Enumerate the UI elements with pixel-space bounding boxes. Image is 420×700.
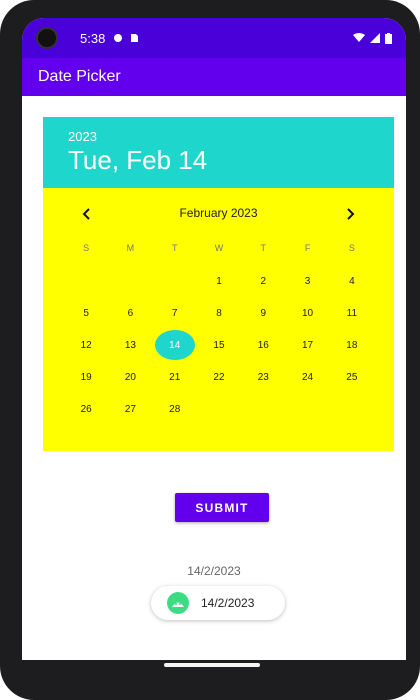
toast-message: 14/2/2023: [151, 586, 285, 620]
day-cell[interactable]: 16: [241, 329, 285, 361]
day-number: 22: [213, 371, 225, 383]
signal-icon: [370, 33, 380, 43]
day-number: 2: [260, 275, 267, 287]
android-icon: [167, 592, 189, 614]
battery-icon: [385, 32, 392, 44]
weekday-header-row: SMTWTFS: [64, 243, 374, 257]
day-cell[interactable]: 19: [64, 361, 108, 393]
day-cell[interactable]: 20: [108, 361, 152, 393]
day-cell[interactable]: 25: [330, 361, 374, 393]
day-number: 7: [171, 307, 178, 319]
day-cell[interactable]: 15: [197, 329, 241, 361]
day-number: 9: [260, 307, 267, 319]
previous-month-button[interactable]: [75, 203, 99, 225]
day-number: 21: [169, 371, 181, 383]
empty-day-cell: [153, 265, 197, 297]
day-number: 20: [124, 371, 136, 383]
status-icons-right: [353, 32, 392, 44]
status-icons-left: [113, 33, 139, 43]
day-cell[interactable]: 8: [197, 297, 241, 329]
day-number: 23: [257, 371, 269, 383]
day-number: 6: [127, 307, 134, 319]
weekday-label: S: [83, 243, 90, 253]
status-time: 5:38: [80, 30, 106, 46]
date-picker: 2023 Tue, Feb 14 February 2023 SMTWTFS 1…: [43, 117, 394, 451]
day-cell[interactable]: 5: [64, 297, 108, 329]
chevron-left-icon: [82, 208, 90, 220]
day-number: 12: [80, 339, 92, 351]
day-number: 10: [302, 307, 314, 319]
day-number: 18: [346, 339, 358, 351]
day-number: 27: [124, 403, 136, 415]
empty-day-cell: [64, 265, 108, 297]
toast-text: 14/2/2023: [201, 596, 255, 610]
sim-card-icon: [131, 34, 139, 42]
day-number: 16: [257, 339, 269, 351]
weekday-label: S: [348, 243, 355, 253]
day-number: 28: [169, 403, 181, 415]
picker-header: 2023 Tue, Feb 14: [43, 117, 394, 188]
day-number: 3: [304, 275, 311, 287]
selected-date-result: 14/2/2023: [187, 564, 241, 578]
day-cell-selected[interactable]: 14: [153, 329, 197, 361]
month-navigation: February 2023: [43, 203, 394, 225]
weekday-label: T: [171, 243, 178, 253]
day-cell[interactable]: 17: [285, 329, 329, 361]
empty-day-cell: [108, 265, 152, 297]
day-number: 11: [346, 307, 358, 319]
day-number: 25: [346, 371, 358, 383]
status-bar: 5:38: [22, 18, 406, 58]
day-cell[interactable]: 18: [330, 329, 374, 361]
day-number: 13: [124, 339, 136, 351]
submit-button[interactable]: SUBMIT: [175, 493, 269, 522]
chevron-right-icon: [347, 208, 355, 220]
day-cell[interactable]: 27: [108, 393, 152, 425]
day-number: 14: [154, 330, 195, 360]
phone-frame: 5:38 Date Picker 2023 Tue, Feb 14 Februa…: [0, 0, 420, 700]
day-number: 19: [80, 371, 92, 383]
day-number: 8: [216, 307, 222, 319]
day-number: 15: [213, 339, 225, 351]
next-month-button[interactable]: [338, 203, 362, 225]
day-number: 24: [302, 371, 314, 383]
app-bar-title: Date Picker: [38, 68, 121, 85]
weekday-label: W: [214, 243, 224, 253]
app-bar: Date Picker: [22, 58, 406, 96]
calendar-days-grid: 1 2 3 4 5 6 7 8 9 10 11 12 13 14 15 16 17 18 19 20 21 22 23 24 2…: [64, 265, 374, 425]
day-number: 4: [349, 275, 355, 287]
home-indicator[interactable]: [164, 663, 260, 667]
day-number: 26: [80, 403, 92, 415]
day-cell[interactable]: 7: [153, 297, 197, 329]
weekday-label: M: [126, 243, 135, 253]
day-cell[interactable]: 3: [285, 265, 329, 297]
day-cell[interactable]: 10: [285, 297, 329, 329]
day-cell[interactable]: 24: [285, 361, 329, 393]
day-cell[interactable]: 6: [108, 297, 152, 329]
weekday-label: T: [260, 243, 267, 253]
day-cell[interactable]: 22: [197, 361, 241, 393]
day-cell[interactable]: 13: [108, 329, 152, 361]
picker-selected-date: Tue, Feb 14: [68, 145, 208, 175]
front-camera: [36, 27, 58, 49]
day-number: 1: [216, 275, 222, 287]
notification-dot-icon: [114, 34, 123, 42]
wifi-icon: [353, 33, 365, 42]
day-cell[interactable]: 28: [153, 393, 197, 425]
screen: 5:38 Date Picker 2023 Tue, Feb 14 Februa…: [22, 18, 406, 660]
picker-year[interactable]: 2023: [68, 129, 97, 144]
day-cell[interactable]: 12: [64, 329, 108, 361]
day-cell[interactable]: 4: [330, 265, 374, 297]
day-cell[interactable]: 11: [330, 297, 374, 329]
day-number: 17: [302, 339, 314, 351]
day-number: 5: [83, 307, 89, 319]
day-cell[interactable]: 2: [241, 265, 285, 297]
weekday-label: F: [304, 243, 311, 253]
day-cell[interactable]: 21: [153, 361, 197, 393]
day-cell[interactable]: 23: [241, 361, 285, 393]
day-cell[interactable]: 1: [197, 265, 241, 297]
day-cell[interactable]: 26: [64, 393, 108, 425]
day-cell[interactable]: 9: [241, 297, 285, 329]
